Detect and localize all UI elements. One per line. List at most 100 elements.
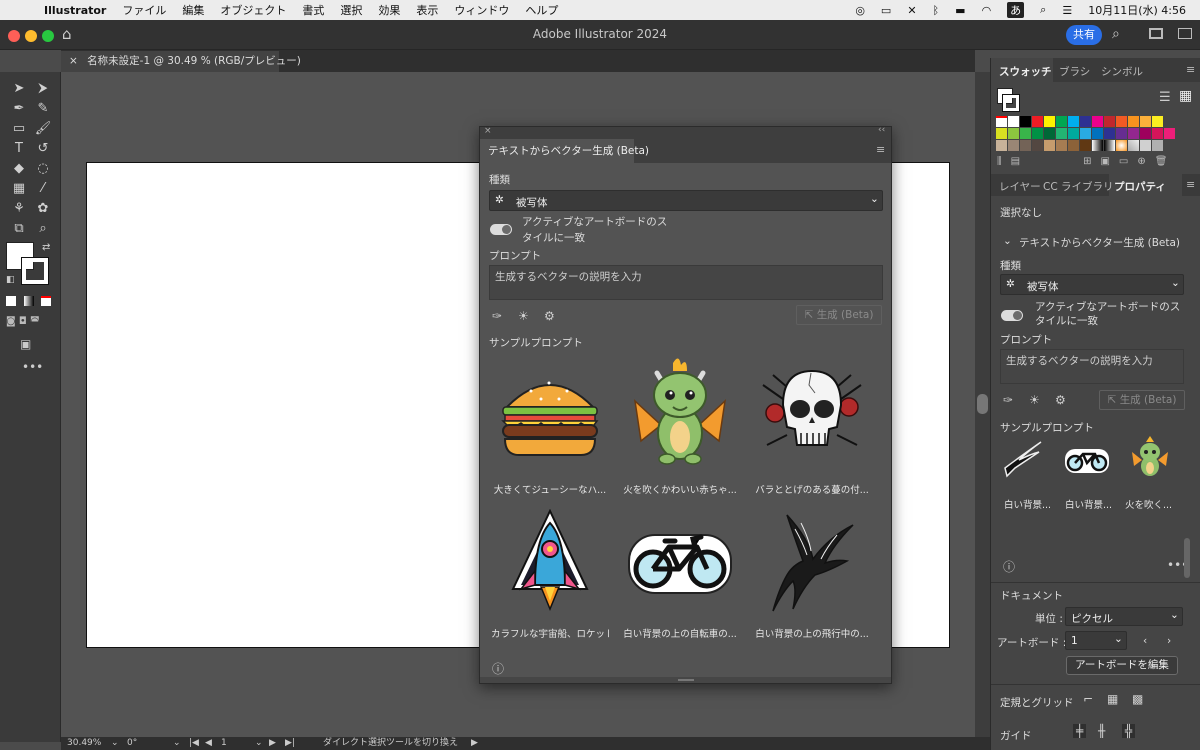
prompt-input[interactable]: 生成するベクターの説明を入力 (489, 265, 883, 300)
swatch[interactable] (996, 140, 1007, 151)
workspace-icon[interactable] (1149, 28, 1163, 39)
search-icon[interactable]: ⌕ (1112, 26, 1120, 42)
ruler-icon[interactable]: ⌐ (1083, 692, 1093, 706)
spotlight-icon[interactable]: ⌕ (1040, 3, 1046, 17)
artboard-dropdown-icon[interactable]: ⌄ (255, 737, 263, 750)
suggestion-bulb-icon[interactable]: ☀ (518, 309, 529, 323)
rotation-dropdown-icon[interactable]: ⌄ (173, 737, 181, 750)
dialog-header[interactable]: × ‹‹ (480, 125, 891, 139)
swatch[interactable] (1152, 128, 1163, 139)
swatch[interactable] (1032, 128, 1043, 139)
menu-file[interactable]: ファイル (122, 2, 166, 18)
swatch[interactable] (1020, 128, 1031, 139)
kind-select[interactable]: ✲ 被写体 ⌄ (1000, 274, 1184, 295)
info-icon[interactable]: ⓘ (492, 660, 504, 677)
swatch-libraries-icon[interactable]: ⫼ (997, 156, 1002, 167)
dialog-menu-icon[interactable]: ≡ (876, 143, 885, 156)
sample-thumb-bicycle[interactable] (1064, 446, 1110, 474)
match-style-toggle[interactable] (490, 224, 512, 235)
gradient-mode-icon[interactable] (24, 296, 34, 306)
swatch[interactable] (1032, 116, 1043, 127)
swatch[interactable] (1140, 140, 1151, 151)
grid-view-icon[interactable]: ▦ (1179, 88, 1192, 104)
zoom-dropdown-icon[interactable]: ⌄ (111, 737, 119, 750)
app-menu[interactable]: Illustrator (44, 4, 106, 17)
swatch[interactable] (1008, 128, 1019, 139)
dialog-resize-handle[interactable] (480, 677, 891, 683)
sample-prompt-card[interactable]: 白い背景の上の自転車の... (621, 509, 739, 659)
generate-button[interactable]: ⇱ 生成 (Beta) (1099, 390, 1185, 410)
swatch[interactable] (1020, 140, 1031, 151)
swatch[interactable] (1128, 128, 1139, 139)
clock[interactable]: 10月11日(水) 4:56 (1088, 2, 1186, 18)
swatch[interactable] (1056, 140, 1067, 151)
swatch[interactable] (1068, 128, 1079, 139)
menu-window[interactable]: ウィンドウ (454, 2, 509, 18)
paintbrush-tool-icon[interactable]: 🖌 (33, 120, 53, 138)
wifi-icon[interactable]: ◠ (982, 4, 992, 17)
curvature-tool-icon[interactable]: ✎ (33, 100, 53, 118)
sample-prompt-card[interactable]: カラフルな宇宙船、ロケット (491, 508, 609, 659)
swatch[interactable] (996, 128, 1007, 139)
status-menu-icon[interactable]: ▶ (471, 737, 478, 750)
match-reference-icon[interactable]: ✑ (1003, 393, 1013, 407)
folder-icon[interactable]: ▭ (1119, 156, 1128, 167)
match-reference-icon[interactable]: ✑ (492, 309, 502, 323)
tab-symbols[interactable]: シンボル (1101, 64, 1143, 79)
tab-swatches[interactable]: スウォッチ (999, 64, 1052, 79)
swatch[interactable] (1020, 116, 1031, 127)
tab-brushes[interactable]: ブラシ (1059, 64, 1090, 79)
menu-view[interactable]: 表示 (416, 2, 438, 18)
battery-icon[interactable]: ▬ (955, 4, 965, 17)
swatch[interactable] (1092, 116, 1103, 127)
collapse-dialog-icon[interactable]: ‹‹ (878, 125, 885, 135)
swatch[interactable] (1044, 140, 1055, 151)
swatch[interactable] (1056, 116, 1067, 127)
panel-scroll-thumb[interactable] (1184, 538, 1190, 578)
swatch[interactable] (1104, 140, 1115, 151)
car-icon[interactable]: ▭ (881, 4, 891, 17)
pen-tool-icon[interactable]: ✒ (9, 100, 29, 118)
swatch-options-icon[interactable]: ⊞ (1083, 156, 1091, 167)
next-artboard-nav-icon[interactable]: › (1167, 635, 1171, 647)
sample-prompt-card[interactable]: 白い背景の上の飛行中の... (753, 509, 871, 659)
type-tool-icon[interactable]: T (9, 140, 29, 158)
grid-icon[interactable]: ▦ (1107, 692, 1118, 706)
tab-cc-libraries[interactable]: CC ライブラリ (1043, 179, 1114, 194)
swatch[interactable] (1116, 128, 1127, 139)
prev-artboard-nav-icon[interactable]: ‹ (1143, 635, 1147, 647)
share-button[interactable]: 共有 (1066, 25, 1102, 45)
close-tab-icon[interactable]: × (69, 55, 78, 67)
tab-properties[interactable]: プロパティ (1114, 179, 1166, 194)
menu-select[interactable]: 選択 (340, 2, 362, 18)
swatch[interactable] (1152, 140, 1163, 151)
match-style-toggle[interactable] (1001, 310, 1023, 321)
settings-gear-icon[interactable]: ⚙ (1055, 393, 1066, 407)
control-center-icon[interactable]: ☰ (1062, 4, 1072, 17)
close-dialog-icon[interactable]: × (484, 126, 492, 136)
swatch[interactable] (1152, 116, 1163, 127)
prompt-input[interactable]: 生成するベクターの説明を入力 (1000, 349, 1184, 384)
transparency-grid-icon[interactable]: ▩ (1132, 692, 1143, 706)
document-tab[interactable]: × 名称未設定-1 @ 30.49 % (RGB/プレビュー) (61, 51, 301, 72)
swatch[interactable] (1080, 116, 1091, 127)
prev-artboard-icon[interactable]: ◀ (205, 737, 212, 750)
more-tools-icon[interactable]: ••• (22, 360, 43, 374)
swatch[interactable] (1080, 128, 1091, 139)
lasso-tool-icon[interactable]: ◌ (33, 160, 53, 178)
creative-cloud-icon[interactable]: ◎ (855, 4, 865, 17)
rotate-tool-icon[interactable]: ↺ (33, 140, 53, 158)
text-to-vector-section-title[interactable]: テキストからベクター生成 (Beta) (1019, 235, 1180, 250)
swatch-none[interactable] (996, 116, 1007, 127)
swatch-grid[interactable] (996, 116, 1176, 156)
new-swatch-icon[interactable]: ⊕ (1137, 156, 1145, 167)
properties-menu-icon[interactable]: ≡ (1186, 178, 1195, 191)
show-kinds-icon[interactable]: ▤ (1011, 156, 1020, 167)
trash-icon[interactable]: 🗑 (1155, 156, 1168, 167)
lock-guides-icon[interactable]: ╫ (1098, 724, 1105, 738)
default-colors-icon[interactable]: ◧ (6, 275, 15, 285)
rectangle-tool-icon[interactable]: ▭ (9, 120, 29, 138)
swatch[interactable] (1140, 116, 1151, 127)
color-mode-icon[interactable] (6, 296, 16, 306)
swatch[interactable] (1116, 116, 1127, 127)
